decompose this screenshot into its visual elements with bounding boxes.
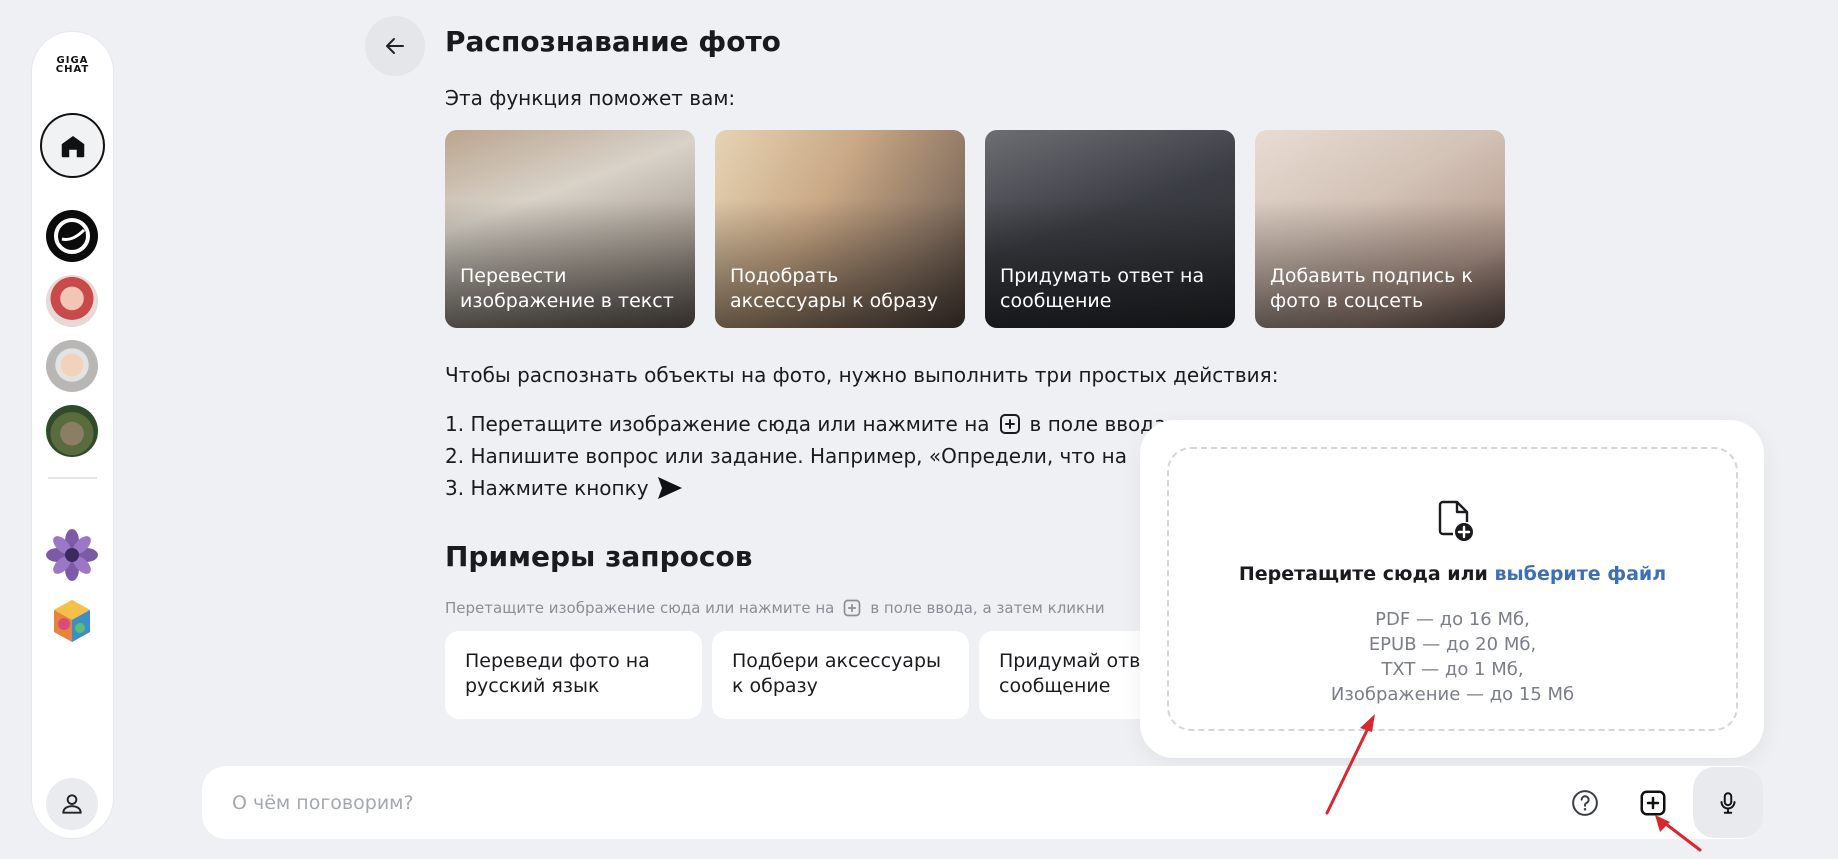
choose-file-link[interactable]: выберите файл [1494,563,1666,585]
chat-input-bar [202,766,1763,839]
step-1: 1. Перетащите изображение сюда или нажми… [445,408,1166,440]
home-button[interactable] [40,113,105,178]
plus-square-small-icon [842,598,862,618]
file-drop-zone[interactable]: Перетащите сюда или выберите файл PDF — … [1167,447,1738,731]
arrow-left-icon [386,38,404,54]
logo-line-2: CHAT [55,64,90,75]
feature-card-translate[interactable]: Перевести изображение в текст [445,130,695,328]
bot-avatar-man-glasses[interactable] [46,340,98,392]
limit-txt: TXT — до 1 Мб, [1381,659,1524,680]
card-label: Перевести изображение в текст [460,265,674,312]
card-label: Придумать ответ на сообщение [1000,265,1205,312]
example-prompts: Переведи фото на русский язык Подбери ак… [445,631,1236,719]
bot-avatar-cat[interactable] [46,405,98,457]
profile-button[interactable] [46,778,98,830]
page-title: Распознавание фото [445,25,781,58]
bot-avatar-girl[interactable] [46,275,98,327]
step-3-text: 3. Нажмите кнопку [445,476,649,500]
feature-card-caption[interactable]: Добавить подпись к фото в соцсеть [1255,130,1505,328]
chat-input[interactable] [232,784,1532,821]
file-add-icon [1438,500,1473,541]
sidebar-divider [48,477,97,479]
back-button[interactable] [365,16,425,76]
feature-card-reply[interactable]: Придумать ответ на сообщение [985,130,1235,328]
card-label: Добавить подпись к фото в соцсеть [1270,265,1473,312]
limit-epub: EPUB — до 20 Мб, [1368,634,1537,655]
gigachat-swirl-icon [54,218,90,254]
limit-image: Изображение — до 15 Мб [1330,684,1575,705]
drop-prompt: Перетащите сюда или выберите файл [1169,563,1736,585]
voice-input-button[interactable] [1693,767,1763,838]
example-prompt-accessories[interactable]: Подбери аксессуары к образу [712,631,969,719]
steps-list: 1. Перетащите изображение сюда или нажми… [445,408,1166,504]
examples-hint: Перетащите изображение сюда или нажмите … [445,598,1105,618]
art-cube-icon [54,600,90,642]
card-label: Подобрать аксессуары к образу [730,265,939,312]
microphone-icon [1720,791,1736,814]
home-icon [61,135,84,157]
file-drop-popup: Перетащите сюда или выберите файл PDF — … [1140,420,1764,758]
feature-intro: Эта функция поможет вам: [445,86,736,110]
step-3: 3. Нажмите кнопку [445,472,1166,504]
plus-square-icon [998,412,1022,436]
steps-intro: Чтобы распознать объекты на фото, нужно … [445,363,1279,387]
hint-text-before: Перетащите изображение сюда или нажмите … [445,599,835,617]
example-prompt-translate[interactable]: Переведи фото на русский язык [445,631,702,719]
bot-avatar-gigachat[interactable] [46,210,98,262]
flower-icon [46,529,98,581]
sidebar: GIGA CHAT [32,32,113,838]
bot-avatar-flower[interactable] [46,529,98,581]
step-2-text: 2. Напишите вопрос или задание. Например… [445,444,1127,468]
step-1-text-before: 1. Перетащите изображение сюда или нажми… [445,412,990,436]
drop-prompt-text: Перетащите сюда или [1238,563,1488,585]
send-icon [657,476,683,500]
gigachat-logo[interactable]: GIGA CHAT [32,56,113,75]
help-button[interactable] [1570,788,1600,818]
step-2: 2. Напишите вопрос или задание. Например… [445,440,1166,472]
file-limits: PDF — до 16 Мб, EPUB — до 20 Мб, TXT — д… [1169,607,1736,707]
attach-file-button[interactable] [1638,788,1668,818]
examples-title: Примеры запросов [445,540,753,573]
feature-card-accessories[interactable]: Подобрать аксессуары к образу [715,130,965,328]
user-icon [62,794,82,814]
bot-avatar-art[interactable] [46,594,98,646]
question-circle-icon [1572,790,1598,816]
feature-cards: Перевести изображение в текст Подобрать … [445,130,1505,328]
plus-square-icon [1640,790,1666,816]
hint-text-after: в поле ввода, а затем кликни [870,599,1105,617]
limit-pdf: PDF — до 16 Мб, [1375,609,1530,630]
